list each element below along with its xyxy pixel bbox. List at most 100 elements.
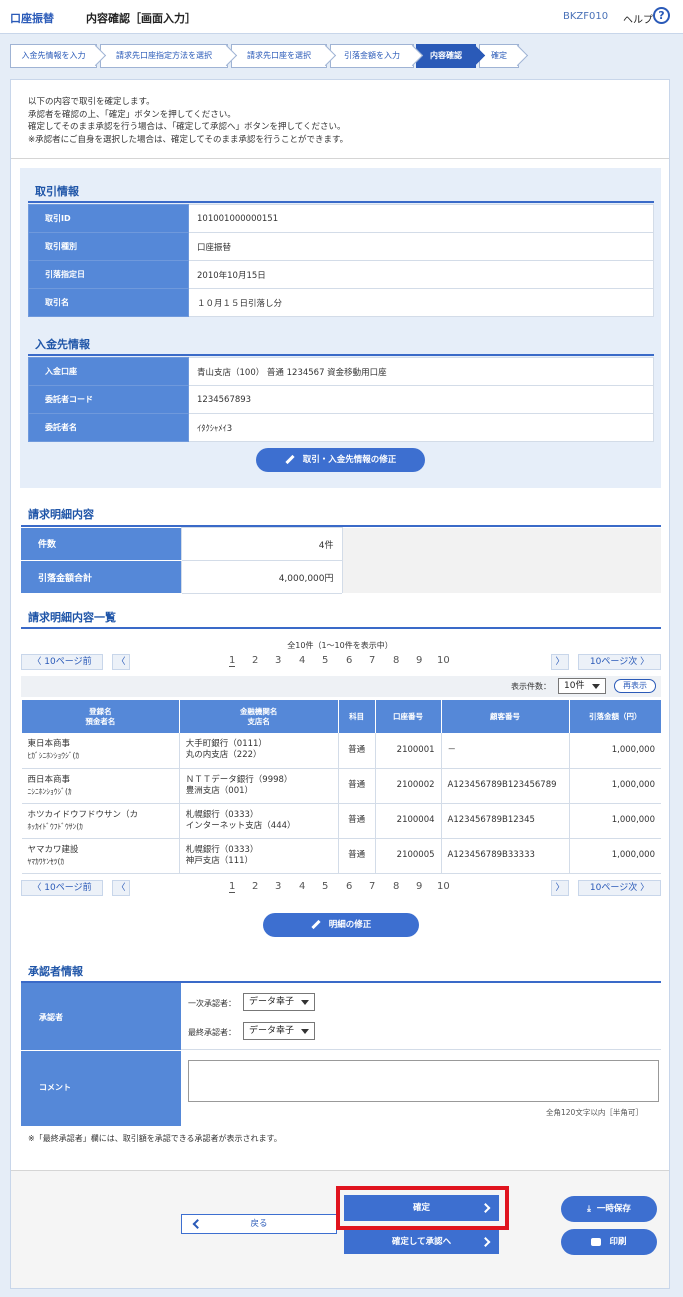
- first-approver-select[interactable]: データ幸子: [243, 993, 315, 1011]
- table-header-row: 登録名 預金者名 金融機関名 支店名 科目 口座番号 顧客番号 引落金額（円）: [21, 700, 661, 733]
- table-row: ホツカイドウフドウサン（カ ﾎｯｶｲﾄﾞｳﾌﾄﾞｳｻﾝ(ｶ 札幌銀行（0333）イ…: [21, 803, 661, 839]
- confirm-button[interactable]: 確定: [344, 1195, 499, 1221]
- registered-name: 東日本商事: [27, 739, 71, 750]
- prev-page-button[interactable]: 〈: [112, 880, 130, 896]
- step-label: 引落金額を入力: [344, 51, 400, 60]
- save-draft-button[interactable]: ⤓ 一時保存: [561, 1196, 657, 1222]
- cell-name: ヤマカワ建設 ﾔﾏｶﾜｹﾝｾﾂ(ｶ: [21, 838, 180, 874]
- table-row: 委託者名 ｲﾀｸｼｬﾒｲ3: [28, 413, 654, 442]
- chevron-left-icon: 〈: [32, 657, 45, 667]
- page-7[interactable]: 7: [369, 881, 375, 892]
- button-label: 戻る: [250, 1219, 268, 1229]
- redisplay-button[interactable]: 再表示: [614, 679, 656, 693]
- page-9[interactable]: 9: [416, 655, 422, 666]
- list-heading: 請求明細内容一覧: [28, 611, 116, 624]
- page-4[interactable]: 4: [299, 881, 305, 892]
- pager-bottom: 〈 10ページ前 〈 1 2 3 4 5 6 7 8 9 10 〉 10ページ次…: [21, 880, 661, 896]
- page-title: 内容確認［画面入力］: [86, 12, 196, 25]
- page-5[interactable]: 5: [322, 655, 328, 666]
- prev-page-button[interactable]: 〈: [112, 654, 130, 670]
- help-icon[interactable]: ?: [653, 7, 670, 24]
- final-approver-label: 最終承認者：: [188, 1028, 236, 1037]
- header-label: 預金者名: [85, 716, 116, 726]
- chevron-right-icon: 〉: [637, 657, 650, 667]
- page-6[interactable]: 6: [346, 655, 352, 666]
- select-value: 10件: [564, 681, 585, 691]
- next-10-pages-button[interactable]: 10ページ次 〉: [578, 654, 661, 670]
- branch-name: 豊洲支店（001）: [185, 785, 254, 796]
- step-6: 確定: [479, 44, 529, 68]
- print-button[interactable]: 印刷: [561, 1229, 657, 1255]
- prev-10-pages-button[interactable]: 〈 10ページ前: [21, 880, 103, 896]
- cell-amount: 1,000,000: [568, 733, 661, 769]
- progress-steps: 入金先情報を入力 請求先口座指定方法を選択 請求先口座を選択 引落金額を入力 内…: [10, 44, 673, 68]
- confirm-and-approve-button[interactable]: 確定して承認へ: [344, 1230, 499, 1254]
- page-5[interactable]: 5: [322, 881, 328, 892]
- comment-textarea[interactable]: [188, 1060, 659, 1102]
- header-label: 支店名: [247, 716, 270, 726]
- dropdown-arrow-icon: [301, 1029, 309, 1034]
- deposit-account-value: 青山支店（100） 普通 1234567 資金移動用口座: [188, 357, 654, 386]
- table-row: 取引ID 101001000000151: [28, 204, 654, 233]
- step-2: 請求先口座指定方法を選択: [100, 44, 238, 68]
- service-name: 口座振替: [10, 12, 54, 25]
- col-customer: 顧客番号: [440, 700, 570, 733]
- table-row: ヤマカワ建設 ﾔﾏｶﾜｹﾝｾﾂ(ｶ 札幌銀行（0333） 神戸支店（111） 普通 …: [21, 838, 661, 874]
- branch-name: 神戸支店（111）: [185, 855, 254, 866]
- transaction-table: 取引ID 101001000000151 取引種別 口座振替 引落指定日 2010年1…: [28, 204, 654, 317]
- page-9[interactable]: 9: [416, 881, 422, 892]
- cell-type: 普通: [337, 838, 376, 874]
- final-approver-select[interactable]: データ幸子: [243, 1022, 315, 1040]
- page-2[interactable]: 2: [252, 881, 258, 892]
- page-8[interactable]: 8: [393, 881, 399, 892]
- pencil-icon: [311, 919, 321, 930]
- next-page-button[interactable]: 〉: [551, 654, 569, 670]
- transaction-type-label: 取引種別: [28, 232, 189, 261]
- page-1[interactable]: 1: [229, 881, 236, 893]
- page-1[interactable]: 1: [229, 655, 236, 667]
- cell-name: 東日本商事 ﾋｶﾞｼﾆﾎﾝｼｮｳｼﾞ(ｶ: [21, 733, 180, 769]
- edit-transaction-button[interactable]: 取引・入金先情報の修正: [256, 448, 425, 472]
- debit-date-label: 引落指定日: [28, 260, 189, 289]
- page-3[interactable]: 3: [275, 881, 281, 892]
- next-page-button[interactable]: 〉: [551, 880, 569, 896]
- cell-type: 普通: [337, 733, 376, 769]
- col-type: 科目: [337, 700, 376, 733]
- chevron-right-icon: 〉: [637, 883, 650, 893]
- step-1: 入金先情報を入力: [10, 44, 107, 68]
- page-4[interactable]: 4: [299, 655, 305, 666]
- download-icon: ⤓: [587, 1204, 591, 1214]
- page-8[interactable]: 8: [393, 655, 399, 666]
- count-value: 4件: [180, 527, 343, 561]
- transaction-id-value: 101001000000151: [188, 204, 654, 233]
- main-panel: 以下の内容で取引を確定します。 承認者を確認の上、「確定」ボタンを押してください…: [10, 79, 670, 1289]
- page-10[interactable]: 10: [437, 655, 450, 666]
- deposit-table: 入金口座 青山支店（100） 普通 1234567 資金移動用口座 委託者コード 1…: [28, 357, 654, 442]
- page-10[interactable]: 10: [437, 881, 450, 892]
- summary-blank: [342, 527, 661, 594]
- comment-hint: 全角120文字以内［半角可］: [546, 1108, 643, 1117]
- table-row: 引落指定日 2010年10月15日: [28, 260, 654, 289]
- table-row: 入金口座 青山支店（100） 普通 1234567 資金移動用口座: [28, 357, 654, 386]
- transaction-name-value: １０月１５日引落し分: [188, 288, 654, 317]
- approver-label-cell: 承認者: [21, 983, 181, 1050]
- divider: [11, 158, 669, 159]
- table-row: 西日本商事 ﾆｼﾆﾎﾝｼｮｳｼﾞ(ｶ ＮＴＴデータ銀行（9998） 豊洲支店（001…: [21, 768, 661, 804]
- help-link[interactable]: ヘルプ: [623, 11, 653, 26]
- page-7[interactable]: 7: [369, 655, 375, 666]
- button-label: 確定: [412, 1203, 430, 1213]
- page-2[interactable]: 2: [252, 655, 258, 666]
- prev-10-pages-button[interactable]: 〈 10ページ前: [21, 654, 103, 670]
- page-3[interactable]: 3: [275, 655, 281, 666]
- pager-label: 10ページ次: [589, 883, 638, 893]
- button-label: 明細の修正: [328, 920, 372, 930]
- transaction-heading: 取引情報: [35, 185, 79, 198]
- dropdown-arrow-icon: [592, 684, 600, 689]
- edit-details-button[interactable]: 明細の修正: [263, 913, 419, 937]
- cell-name: 西日本商事 ﾆｼﾆﾎﾝｼｮｳｼﾞ(ｶ: [21, 768, 180, 804]
- next-10-pages-button[interactable]: 10ページ次 〉: [578, 880, 661, 896]
- page-6[interactable]: 6: [346, 881, 352, 892]
- per-page-select[interactable]: 10件: [558, 678, 606, 694]
- back-button[interactable]: 戻る: [181, 1214, 337, 1234]
- pager-top: 〈 10ページ前 〈 1 2 3 4 5 6 7 8 9 10 〉 10ページ次…: [21, 654, 661, 670]
